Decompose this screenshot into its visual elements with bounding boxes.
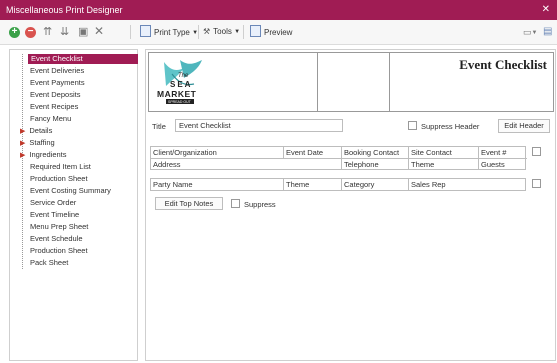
tree-item-event-recipes[interactable]: Event Recipes (30, 102, 78, 112)
toolbar-separator (198, 25, 199, 39)
title-input[interactable]: Event Checklist (175, 119, 343, 132)
preview-label: Preview (264, 28, 293, 37)
expand-arrow-icon[interactable]: ▶ (20, 128, 25, 135)
svg-text:SEA: SEA (170, 80, 192, 89)
window-title: Miscellaneous Print Designer (6, 5, 123, 15)
grid2-checkbox[interactable] (532, 179, 541, 188)
event-info-grid[interactable]: Client/Organization Event Date Booking C… (150, 146, 527, 170)
tree-item-service-order[interactable]: Service Order (30, 198, 76, 208)
remove-icon[interactable]: − (25, 27, 36, 38)
tree-item-event-deposits[interactable]: Event Deposits (30, 90, 80, 100)
tree-item-production-sheet[interactable]: Production Sheet (30, 174, 88, 184)
wrench-icon: ⚒ (203, 27, 211, 36)
toolbar-separator (130, 25, 131, 39)
tree-item-event-timeline[interactable]: Event Timeline (30, 210, 79, 220)
title-label: Title (152, 122, 166, 131)
grid1-checkbox[interactable] (532, 147, 541, 156)
chevron-down-icon: ▼ (234, 29, 241, 35)
suppress-header-checkbox[interactable] (408, 121, 417, 130)
tree-item-event-payments[interactable]: Event Payments (30, 78, 85, 88)
grid-cell-event-number: Event # (481, 148, 507, 157)
edit-header-button[interactable]: Edit Header (498, 119, 550, 133)
tree-item-fancy-menu[interactable]: Fancy Menu (30, 114, 71, 124)
tree-item-event-costing-summary[interactable]: Event Costing Summary (30, 186, 111, 196)
grid-cell-booking-contact: Booking Contact (342, 147, 409, 158)
header-title: Event Checklist (459, 57, 547, 72)
delete-icon[interactable]: ✕ (94, 24, 104, 38)
sea-market-logo: The SEA MARKET SPREAD OUT (157, 60, 202, 104)
tree-item-event-schedule[interactable]: Event Schedule (30, 234, 83, 244)
move-down-icon[interactable]: ⇊ (60, 25, 69, 39)
grid-cell-telephone: Telephone (342, 159, 409, 170)
designer-canvas: The SEA MARKET SPREAD OUT Event Checklis… (145, 49, 556, 361)
svg-text:The: The (178, 73, 189, 79)
title-bar: Miscellaneous Print Designer ✕ (0, 0, 557, 20)
header-divider (389, 53, 390, 111)
print-type-label: Print Type (154, 28, 190, 37)
tree-item-event-checklist[interactable]: Event Checklist (28, 54, 138, 64)
tree-item-production-sheet-2[interactable]: Production Sheet (30, 246, 88, 256)
grid-cell-theme: Theme (409, 159, 479, 170)
add-icon[interactable]: + (9, 27, 20, 38)
tools-button[interactable]: ⚒ Tools ▼ (203, 25, 240, 39)
tree-item-label: Staffing (29, 138, 55, 147)
grid-cell-client: Client/Organization (151, 147, 284, 158)
document-icon (140, 25, 151, 37)
grid-cell-sales-rep: Sales Rep (411, 180, 446, 189)
grid-cell-guests: Guests (481, 160, 505, 169)
tree-item-ingredients[interactable]: ▶ Ingredients (20, 150, 67, 160)
expand-arrow-icon[interactable]: ▶ (20, 140, 25, 147)
tree-item-menu-prep-sheet[interactable]: Menu Prep Sheet (30, 222, 88, 232)
tree-item-label: Details (29, 126, 53, 135)
suppress-notes-checkbox[interactable] (231, 199, 240, 208)
print-type-button[interactable]: Print Type ▼ (140, 25, 198, 39)
edit-top-notes-button[interactable]: Edit Top Notes (155, 197, 223, 210)
preview-icon (250, 25, 261, 37)
move-up-icon[interactable]: ⇈ (43, 25, 52, 39)
svg-text:MARKET: MARKET (157, 89, 197, 99)
tree-item-pack-sheet[interactable]: Pack Sheet (30, 258, 68, 268)
party-info-grid[interactable]: Party Name Theme Category Sales Rep (150, 178, 526, 191)
grid-cell-event-date: Event Date (284, 147, 342, 158)
layout-menu-icon[interactable]: ▭▼ (523, 25, 537, 39)
tree-item-staffing[interactable]: ▶ Staffing (20, 138, 55, 148)
toolbar-separator (243, 25, 244, 39)
tools-label: Tools (213, 27, 232, 36)
suppress-header-label: Suppress Header (421, 122, 480, 131)
tree-guide-line (22, 54, 23, 269)
export-icon[interactable]: ▤ (543, 25, 552, 39)
toolbar: + − ⇈ ⇊ ▣ ✕ Print Type ▼ ⚒ Tools ▼ Previe… (0, 20, 557, 45)
svg-text:SPREAD OUT: SPREAD OUT (168, 100, 192, 104)
expand-arrow-icon[interactable]: ▶ (20, 152, 25, 159)
print-designer-window: Miscellaneous Print Designer ✕ + − ⇈ ⇊ ▣… (0, 0, 557, 363)
grid-cell-party-name: Party Name (151, 179, 284, 190)
preview-button[interactable]: Preview (250, 25, 292, 39)
grid-cell-theme: Theme (284, 179, 342, 190)
tree-item-event-deliveries[interactable]: Event Deliveries (30, 66, 84, 76)
save-icon[interactable]: ▣ (78, 25, 88, 39)
tree-item-details[interactable]: ▶ Details (20, 126, 52, 136)
tree-item-required-item-list[interactable]: Required Item List (30, 162, 91, 172)
header-divider (317, 53, 318, 111)
print-type-tree: Event Checklist Event Deliveries Event P… (9, 49, 138, 361)
grid-cell-category: Category (342, 179, 409, 190)
grid-cell-site-contact: Site Contact (409, 147, 479, 158)
grid-cell-address: Address (151, 159, 342, 170)
report-header[interactable]: The SEA MARKET SPREAD OUT Event Checklis… (148, 52, 554, 112)
tree-item-label: Ingredients (29, 150, 67, 159)
close-icon[interactable]: ✕ (542, 0, 550, 20)
suppress-notes-label: Suppress (244, 200, 276, 209)
